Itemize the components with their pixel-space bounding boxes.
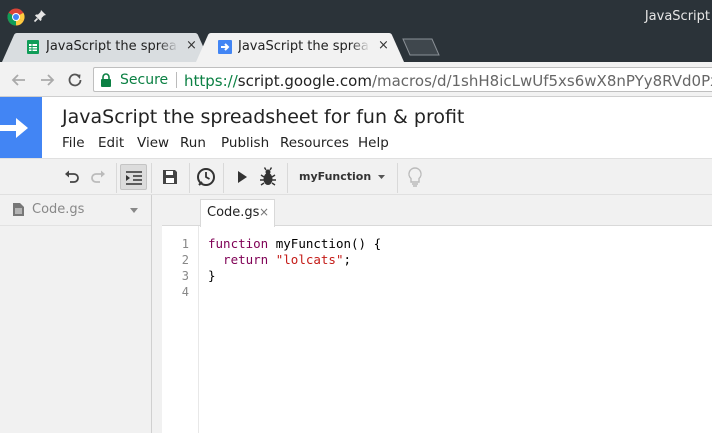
code-text: ;	[343, 252, 352, 267]
clock-icon	[197, 168, 215, 186]
menu-run[interactable]: Run	[180, 135, 206, 151]
address-bar[interactable]: Secure https://script.google.com/macros/…	[93, 67, 712, 92]
code-text: }	[208, 268, 216, 283]
forward-icon[interactable]	[38, 71, 56, 89]
browser-tab-sheets[interactable]: JavaScript the spreadsheet for fun & pro…	[2, 33, 210, 62]
menu-help[interactable]: Help	[358, 135, 389, 151]
tab-close-icon[interactable]: ×	[378, 39, 389, 53]
editor-tab-bar: Code.gs ×	[162, 195, 712, 227]
file-name: Code.gs	[32, 202, 85, 217]
editor-tab-label: Code.gs	[207, 205, 260, 220]
code-text: myFunction() {	[268, 236, 382, 251]
redo-button[interactable]	[85, 164, 111, 190]
file-sidebar: Code.gs	[0, 195, 152, 433]
toolbar-divider	[116, 163, 117, 193]
menu-resources[interactable]: Resources	[280, 135, 349, 151]
project-title[interactable]: JavaScript the spreadsheet for fun & pro…	[62, 106, 464, 128]
panel-divider	[152, 195, 162, 433]
pin-icon[interactable]	[33, 9, 47, 23]
lightbulb-button[interactable]	[402, 164, 428, 190]
reload-icon[interactable]	[66, 71, 84, 89]
secure-label: Secure	[120, 72, 169, 88]
apps-script-header: JavaScript the spreadsheet for fun & pro…	[0, 97, 712, 158]
code-line[interactable]: return "lolcats";	[208, 252, 351, 267]
code-string: "lolcats"	[275, 252, 344, 267]
undo-button[interactable]	[59, 164, 85, 190]
indent-button[interactable]	[120, 164, 147, 190]
apps-script-logo[interactable]	[0, 97, 42, 158]
code-keyword: function	[208, 236, 269, 251]
code-line[interactable]: }	[208, 268, 216, 283]
file-icon	[13, 203, 24, 216]
window-title: JavaScript	[644, 9, 710, 24]
line-number: 2	[181, 253, 189, 267]
bug-icon	[260, 167, 276, 186]
toolbar-divider	[189, 163, 190, 193]
code-line[interactable]: function myFunction() {	[208, 236, 381, 251]
chrome-logo-icon	[7, 8, 25, 26]
tab-strip: JavaScript the spreadsheet for fun & pro…	[0, 33, 712, 62]
debug-button[interactable]	[255, 164, 281, 190]
code-keyword: return	[208, 252, 269, 267]
run-button[interactable]	[229, 164, 255, 190]
new-tab-icon[interactable]	[402, 38, 440, 56]
line-number: 3	[181, 269, 189, 283]
browser-toolbar: Secure https://script.google.com/macros/…	[0, 62, 712, 97]
close-icon[interactable]: ×	[259, 205, 269, 219]
omnibox-divider	[176, 72, 177, 88]
apps-script-icon	[218, 40, 232, 54]
sheets-icon	[27, 40, 39, 54]
toolbar-divider	[397, 163, 398, 193]
line-number: 1	[181, 237, 189, 251]
toolbar-divider	[223, 163, 224, 193]
play-icon	[238, 171, 247, 183]
save-icon	[163, 170, 177, 184]
file-list-item[interactable]: Code.gs	[0, 195, 151, 226]
editor-toolbar: myFunction	[0, 158, 712, 195]
tab-title: JavaScript the spreadsheet for fun & pro…	[46, 39, 178, 54]
window-titlebar: JavaScript	[0, 0, 712, 33]
url-host: script.google.com	[237, 72, 372, 90]
save-button[interactable]	[157, 164, 183, 190]
tab-title: JavaScript the spreadsheet for fun & pro…	[238, 39, 370, 54]
undo-icon	[65, 170, 79, 183]
arrow-right-icon	[0, 118, 28, 138]
chevron-down-icon[interactable]	[130, 208, 138, 213]
url-scheme: https://	[184, 72, 238, 90]
toolbar-divider	[151, 163, 152, 193]
triggers-button[interactable]	[193, 164, 219, 190]
url-path: /macros/d/1shH8icLwUf5xs6wX8nPYy8RVd0Pxv…	[371, 72, 712, 90]
menu-edit[interactable]: Edit	[98, 135, 124, 151]
lock-icon	[101, 73, 111, 87]
menu-publish[interactable]: Publish	[221, 135, 269, 151]
toolbar-divider	[287, 163, 288, 193]
back-icon[interactable]	[10, 71, 28, 89]
indent-icon	[126, 171, 142, 185]
chevron-down-icon[interactable]	[378, 175, 385, 179]
function-select[interactable]: myFunction	[299, 170, 371, 183]
line-number-gutter: 1 2 3 4	[162, 237, 199, 433]
lightbulb-icon	[408, 167, 422, 187]
code-editor: Code.gs × 1 2 3 4 function myFunction() …	[162, 195, 712, 433]
redo-icon	[91, 170, 105, 183]
menu-file[interactable]: File	[62, 135, 85, 151]
browser-tab-apps-script[interactable]: JavaScript the spreadsheet for fun & pro…	[196, 33, 404, 62]
url-text[interactable]: https://script.google.com/macros/d/1shH8…	[184, 72, 712, 90]
editor-tab-code-gs[interactable]: Code.gs ×	[200, 199, 275, 227]
menu-view[interactable]: View	[137, 135, 169, 151]
line-number: 4	[181, 285, 189, 299]
